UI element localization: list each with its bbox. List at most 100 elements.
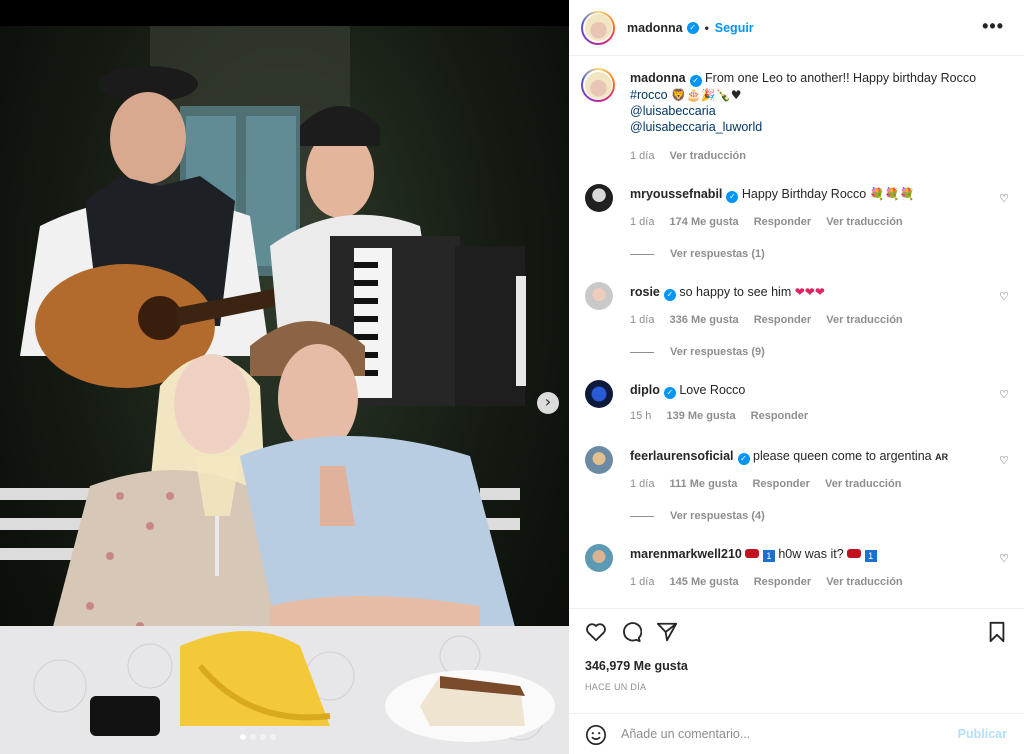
comment-time[interactable]: 1 día bbox=[630, 576, 654, 588]
view-replies-label: Ver respuestas (4) bbox=[670, 510, 765, 522]
comment-body: so happy to see him bbox=[679, 285, 792, 299]
reply-button[interactable]: Responder bbox=[752, 478, 809, 490]
hashtag-link[interactable]: #rocco bbox=[630, 88, 668, 102]
like-comment-heart-icon[interactable]: ♡ bbox=[999, 290, 1009, 303]
view-replies-button[interactable]: Ver respuestas (9) bbox=[630, 346, 765, 358]
post-date[interactable]: HACE UN DÍA bbox=[585, 682, 646, 692]
likes-count[interactable]: 346,979 Me gusta bbox=[585, 659, 688, 673]
follow-button[interactable]: Seguir bbox=[715, 21, 754, 35]
post-photo[interactable]: › bbox=[0, 26, 569, 754]
caption-text: madonna ✓ From one Leo to another!! Happy… bbox=[630, 70, 980, 135]
comment-text: mryoussefnabil ✓ Happy Birthday Rocco 💐💐💐 bbox=[630, 186, 980, 203]
view-replies-button[interactable]: Ver respuestas (1) bbox=[630, 248, 765, 260]
author-avatar[interactable] bbox=[581, 10, 615, 45]
reply-button[interactable]: Responder bbox=[751, 410, 808, 422]
translate-link[interactable]: Ver traducción bbox=[670, 150, 746, 162]
like-comment-heart-icon[interactable]: ♡ bbox=[999, 388, 1009, 401]
caption-avatar[interactable] bbox=[581, 68, 615, 102]
comment-username[interactable]: mryoussefnabil bbox=[630, 187, 722, 201]
avatar-image bbox=[584, 71, 612, 99]
commenter-avatar[interactable] bbox=[585, 282, 613, 310]
post-actions: 346,979 Me gusta HACE UN DÍA Añade un co… bbox=[569, 608, 1024, 754]
carousel-dot bbox=[240, 734, 246, 740]
comments-list[interactable]: madonna ✓ From one Leo to another!! Happy… bbox=[569, 56, 1024, 608]
mention-link[interactable]: @luisabeccaria_luworld bbox=[630, 120, 762, 134]
keycap-one-icon: 1 bbox=[864, 550, 877, 562]
commenter-avatar[interactable] bbox=[585, 446, 613, 474]
comment-likes[interactable]: 111 Me gusta bbox=[670, 478, 738, 490]
verified-badge-icon: ✓ bbox=[686, 21, 699, 34]
replies-line bbox=[630, 253, 654, 255]
comment-time[interactable]: 1 día bbox=[630, 314, 654, 326]
comment-username[interactable]: rosie bbox=[630, 285, 660, 299]
like-comment-heart-icon[interactable]: ♡ bbox=[999, 192, 1009, 205]
comment-text: marenmarkwell210 1 h0w was it? 1 bbox=[630, 546, 980, 562]
like-heart-icon[interactable] bbox=[585, 621, 607, 643]
emoji-picker-icon[interactable] bbox=[585, 724, 607, 746]
comment-likes[interactable]: 139 Me gusta bbox=[666, 410, 735, 422]
replies-line bbox=[630, 515, 654, 517]
comment-text: feerlaurensoficial ✓ please queen come to… bbox=[630, 448, 980, 465]
comment-time[interactable]: 1 día bbox=[630, 478, 654, 490]
commenter-avatar[interactable] bbox=[585, 544, 613, 572]
caption-meta: 1 día Ver traducción bbox=[630, 150, 758, 162]
comment-meta: 1 día 336 Me gusta Responder Ver traducc… bbox=[630, 314, 915, 326]
author-username[interactable]: madonna bbox=[627, 21, 683, 35]
like-comment-heart-icon[interactable]: ♡ bbox=[999, 454, 1009, 467]
like-comment-heart-icon[interactable]: ♡ bbox=[999, 552, 1009, 565]
reply-button[interactable]: Responder bbox=[754, 576, 811, 588]
translate-link[interactable]: Ver traducción bbox=[826, 314, 902, 326]
comment-likes[interactable]: 145 Me gusta bbox=[670, 576, 739, 588]
caption-body: From one Leo to another!! Happy birthday… bbox=[705, 71, 977, 85]
comment-username[interactable]: marenmarkwell210 bbox=[630, 547, 742, 561]
reply-button[interactable]: Responder bbox=[754, 216, 811, 228]
view-replies-button[interactable]: Ver respuestas (4) bbox=[630, 510, 765, 522]
save-bookmark-icon[interactable] bbox=[987, 621, 1007, 643]
comment-flag: AR bbox=[935, 452, 949, 462]
boxing-glove-icon bbox=[847, 549, 862, 558]
post-details-panel: madonna ✓ • Seguir ••• madonna ✓ From one… bbox=[569, 0, 1024, 754]
comment-username[interactable]: diplo bbox=[630, 383, 660, 397]
verified-badge-icon: ✓ bbox=[663, 387, 676, 399]
caption-username[interactable]: madonna bbox=[630, 71, 686, 85]
comment-input[interactable]: Añade un comentario... bbox=[621, 727, 750, 741]
more-horizontal-icon[interactable]: ••• bbox=[982, 16, 1004, 37]
translate-link[interactable]: Ver traducción bbox=[826, 576, 902, 588]
replies-line bbox=[630, 351, 654, 353]
comment-emojis: 💐💐💐 bbox=[869, 187, 915, 201]
comment-body: please queen come to argentina bbox=[753, 449, 932, 463]
comment-likes[interactable]: 174 Me gusta bbox=[670, 216, 739, 228]
commenter-avatar[interactable] bbox=[585, 184, 613, 212]
comment-body: h0w was it? bbox=[778, 547, 844, 561]
photo-illustration bbox=[0, 26, 569, 754]
translate-link[interactable]: Ver traducción bbox=[825, 478, 901, 490]
comment-meta: 1 día 111 Me gusta Responder Ver traducc… bbox=[630, 478, 913, 490]
comment-emojis: ❤❤❤ bbox=[794, 285, 825, 299]
comment-time[interactable]: 15 h bbox=[630, 410, 651, 422]
boxing-glove-icon bbox=[745, 549, 760, 558]
comment-meta: 15 h 139 Me gusta Responder bbox=[630, 410, 820, 422]
comment-bubble-icon[interactable] bbox=[620, 621, 642, 643]
carousel-next-button[interactable]: › bbox=[537, 392, 559, 414]
carousel-dots bbox=[240, 734, 276, 740]
view-replies-label: Ver respuestas (1) bbox=[670, 248, 765, 260]
caption-time[interactable]: 1 día bbox=[630, 150, 654, 162]
comment-time[interactable]: 1 día bbox=[630, 216, 654, 228]
comment-body: Happy Birthday Rocco bbox=[741, 187, 867, 201]
add-comment-bar: Añade un comentario... Publicar bbox=[569, 713, 1024, 754]
comment-username[interactable]: feerlaurensoficial bbox=[630, 449, 734, 463]
publish-button[interactable]: Publicar bbox=[958, 727, 1007, 741]
separator-dot: • bbox=[704, 20, 709, 35]
verified-badge-icon: ✓ bbox=[726, 191, 739, 203]
caption-emojis: 🦁🎂🎉🍾♥ bbox=[671, 88, 742, 102]
verified-badge-icon: ✓ bbox=[737, 453, 750, 465]
view-replies-label: Ver respuestas (9) bbox=[670, 346, 765, 358]
comment-likes[interactable]: 336 Me gusta bbox=[670, 314, 739, 326]
translate-link[interactable]: Ver traducción bbox=[826, 216, 902, 228]
comment-text: rosie ✓ so happy to see him ❤❤❤ bbox=[630, 284, 980, 301]
commenter-avatar[interactable] bbox=[585, 380, 613, 408]
share-send-icon[interactable] bbox=[656, 621, 678, 643]
mention-link[interactable]: @luisabeccaria bbox=[630, 104, 716, 118]
reply-button[interactable]: Responder bbox=[754, 314, 811, 326]
verified-badge-icon: ✓ bbox=[663, 289, 676, 301]
